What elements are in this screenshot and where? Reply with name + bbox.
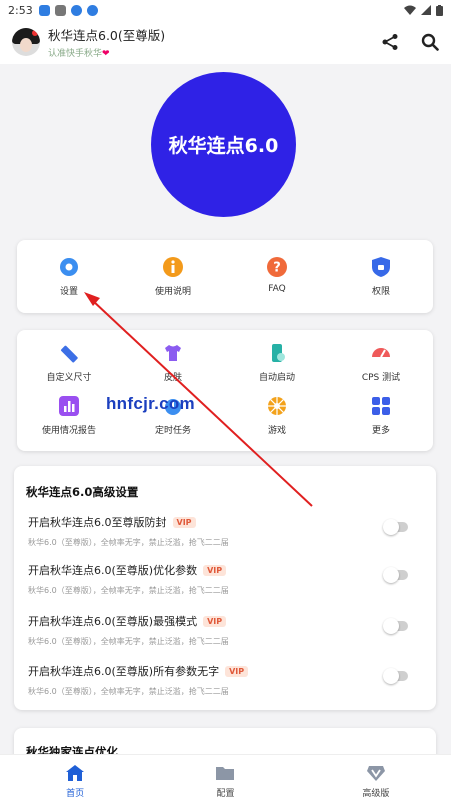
heart-icon: ❤ [102, 49, 110, 59]
nav-config[interactable]: 配置 [150, 755, 300, 802]
nav-home[interactable]: 首页 [0, 755, 150, 802]
bottom-navigation: 首页 配置 高级版 [0, 754, 451, 802]
svg-text:?: ? [273, 261, 281, 276]
setting-item: 开启秋华连点6.0(至尊版)最强模式 VIP 秋华6.0（至尊版），全帧率无字，禁… [28, 613, 422, 647]
download-icon [86, 4, 98, 16]
download-icon [70, 4, 82, 16]
gear-icon [60, 258, 78, 276]
toggle-switch[interactable] [383, 567, 408, 583]
quick-menu-card: 设置 使用说明 ? FAQ 权限 [17, 240, 433, 313]
menu-item-faq[interactable]: ? FAQ [225, 256, 329, 297]
search-icon[interactable] [421, 33, 439, 51]
more-icon [372, 397, 390, 415]
toggle-switch[interactable] [383, 618, 408, 634]
menu-item-instructions[interactable]: 使用说明 [121, 256, 225, 297]
notification-icon [38, 4, 50, 16]
vip-badge: VIP [203, 564, 227, 576]
signal-icon [421, 5, 431, 15]
wheel-icon [268, 397, 286, 415]
ruler-icon [60, 345, 78, 363]
vip-badge: VIP [203, 615, 227, 627]
toggle-switch[interactable] [383, 519, 408, 535]
menu-item-auto-start[interactable]: 自动启动 [225, 342, 329, 383]
section-title: 秋华连点6.0高级设置 [26, 485, 139, 499]
menu-item-more[interactable]: 更多 [329, 395, 433, 436]
folder-icon [216, 767, 235, 780]
info-icon [163, 257, 183, 277]
logo-text: 秋华连点6.0 [168, 135, 279, 157]
menu-item-game[interactable]: 游戏 [225, 395, 329, 436]
status-bar: 2:53 [0, 0, 451, 20]
menu-item-cps-test[interactable]: CPS 测试 [329, 342, 433, 383]
app-header: 秋华连点6.0(至尊版) 认准快手秋华❤ [0, 20, 451, 64]
watermark: hnfcjr.com [106, 394, 195, 413]
app-subtitle: 认准快手秋华❤ [48, 49, 110, 59]
menu-item-settings[interactable]: 设置 [17, 256, 121, 297]
nav-premium[interactable]: 高级版 [301, 755, 451, 802]
chart-icon [59, 396, 79, 416]
question-icon: ? [267, 257, 287, 277]
app-title: 秋华连点6.0(至尊版) [48, 28, 166, 43]
setting-item: 开启秋华连点6.0(至尊版)所有参数无字 VIP 秋华6.0（至尊版），全帧率无字… [28, 663, 422, 697]
shield-icon [372, 257, 390, 277]
advanced-settings-card: 秋华连点6.0高级设置 开启秋华连点6.0至尊版防封 VIP 秋华6.0（至尊版）… [14, 466, 436, 710]
avatar[interactable] [12, 28, 40, 56]
battery-icon [436, 4, 443, 16]
share-icon[interactable] [381, 33, 399, 51]
vip-badge: VIP [225, 665, 249, 677]
home-icon [66, 765, 85, 781]
phone-icon [272, 344, 285, 362]
app-logo: 秋华连点6.0 [151, 72, 296, 217]
setting-item: 开启秋华连点6.0至尊版防封 VIP 秋华6.0（至尊版），全帧率无字，禁止泛滥，… [28, 514, 422, 548]
status-time: 2:53 [8, 3, 33, 17]
shirt-icon [165, 345, 181, 361]
notification-dot [32, 30, 38, 36]
setting-item: 开启秋华连点6.0(至尊版)优化参数 VIP 秋华6.0（至尊版），全帧率无字，禁… [28, 562, 422, 596]
toggle-switch[interactable] [383, 668, 408, 684]
vip-icon [366, 766, 385, 781]
notification-icon [54, 4, 66, 16]
wifi-icon [404, 5, 416, 15]
menu-item-custom-size[interactable]: 自定义尺寸 [17, 342, 121, 383]
menu-item-permissions[interactable]: 权限 [329, 256, 433, 297]
vip-badge: VIP [172, 516, 196, 528]
menu-item-skin[interactable]: 皮肤 [121, 342, 225, 383]
gauge-icon [372, 348, 390, 358]
tools-menu-card: 自定义尺寸 皮肤 自动启动 CPS 测试 使用情况报告 定时任务 游戏 更多 [17, 330, 433, 451]
